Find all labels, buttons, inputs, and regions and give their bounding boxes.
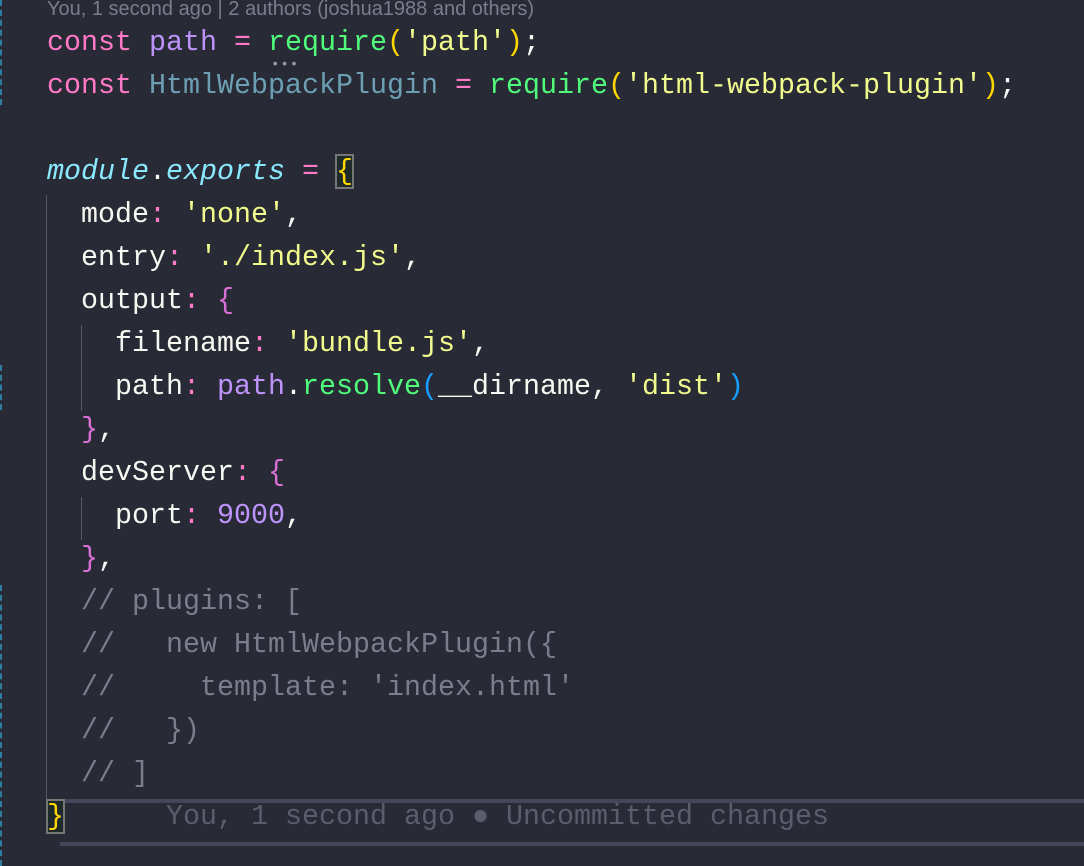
code-line[interactable]: filename: 'bundle.js',	[47, 322, 489, 365]
code-token: 9000	[217, 499, 285, 532]
code-token: // })	[47, 714, 200, 747]
code-token: ,	[98, 413, 115, 446]
git-gutter-modified	[0, 585, 2, 866]
code-line[interactable]: },	[47, 537, 115, 580]
git-gutter-modified	[0, 0, 2, 105]
code-token: // ]	[47, 757, 149, 790]
code-token: :	[183, 284, 217, 317]
code-token: resolve	[302, 370, 421, 403]
code-token: require	[268, 26, 387, 59]
code-token: path	[47, 370, 183, 403]
code-token: }	[46, 799, 65, 834]
code-token: .	[149, 155, 166, 188]
code-token: :	[183, 499, 217, 532]
code-token: path	[149, 26, 217, 59]
code-line[interactable]: // ]	[47, 752, 149, 795]
code-token: ,	[98, 542, 115, 575]
code-line[interactable]: // new HtmlWebpackPlugin({	[47, 623, 557, 666]
code-token: ,	[472, 327, 489, 360]
code-token: './index.js'	[200, 241, 404, 274]
code-token: :	[149, 198, 183, 231]
code-token: exports	[166, 155, 285, 188]
code-line[interactable]: const path = require('path');	[47, 21, 540, 64]
code-token: // template: 'index.html'	[47, 671, 574, 704]
code-token: :	[251, 327, 285, 360]
code-token: {	[335, 154, 354, 189]
code-token: entry	[47, 241, 166, 274]
code-line[interactable]: } You, 1 second ago ● Uncommitted change…	[46, 795, 829, 838]
code-token: const	[47, 26, 149, 59]
code-token: ;	[523, 26, 540, 59]
code-line[interactable]: // template: 'index.html'	[47, 666, 574, 709]
code-line[interactable]: path: path.resolve(__dirname, 'dist')	[47, 365, 744, 408]
code-token: // new HtmlWebpackPlugin({	[47, 628, 557, 661]
code-token: 'path'	[404, 26, 506, 59]
code-token: .	[285, 370, 302, 403]
code-token: :	[183, 370, 217, 403]
code-line[interactable]: entry: './index.js',	[47, 236, 421, 279]
code-token: }	[47, 413, 98, 446]
code-token: __dirname,	[438, 370, 625, 403]
code-token: port	[47, 499, 183, 532]
code-token: output	[47, 284, 183, 317]
code-token: {	[268, 456, 285, 489]
code-token: )	[506, 26, 523, 59]
code-token: require	[489, 69, 608, 102]
code-token: =	[217, 26, 268, 59]
code-token: )	[727, 370, 744, 403]
code-token: ,	[404, 241, 421, 274]
code-token: 'html-webpack-plugin'	[625, 69, 982, 102]
code-line[interactable]: // })	[47, 709, 200, 752]
code-token: (	[421, 370, 438, 403]
code-token: =	[438, 69, 489, 102]
code-token: }	[47, 542, 98, 575]
code-token: path	[217, 370, 285, 403]
code-line[interactable]: devServer: {	[47, 451, 285, 494]
code-token: module	[47, 155, 149, 188]
code-token: const	[47, 69, 149, 102]
code-token: =	[285, 155, 336, 188]
code-token: ,	[285, 499, 302, 532]
code-line[interactable]: output: {	[47, 279, 234, 322]
codelens-blame[interactable]: You, 1 second ago | 2 authors (joshua198…	[47, 0, 534, 21]
code-line[interactable]: // plugins: [	[47, 580, 302, 623]
code-line[interactable]: },	[47, 408, 115, 451]
code-token: 'none'	[183, 198, 285, 231]
git-gutter-modified	[0, 365, 2, 410]
code-token: mode	[47, 198, 149, 231]
inline-blame: You, 1 second ago ● Uncommitted changes	[166, 800, 829, 833]
code-token: (	[387, 26, 404, 59]
code-line[interactable]: mode: 'none',	[47, 193, 302, 236]
code-token: HtmlWebpackPlugin	[149, 69, 438, 102]
code-token: 'bundle.js'	[285, 327, 472, 360]
code-token: (	[608, 69, 625, 102]
code-line[interactable]: port: 9000,	[47, 494, 302, 537]
code-token: {	[217, 284, 234, 317]
code-token: ;	[999, 69, 1016, 102]
code-token: // plugins: [	[47, 585, 302, 618]
code-token: 'dist'	[625, 370, 727, 403]
code-token: devServer	[47, 456, 234, 489]
code-token: )	[982, 69, 999, 102]
code-line[interactable]: const HtmlWebpackPlugin = require('html-…	[47, 64, 1016, 107]
code-token: filename	[47, 327, 251, 360]
code-line[interactable]: module.exports = {	[47, 150, 354, 193]
code-token: :	[234, 456, 268, 489]
code-token: :	[166, 241, 200, 274]
code-token: ,	[285, 198, 302, 231]
